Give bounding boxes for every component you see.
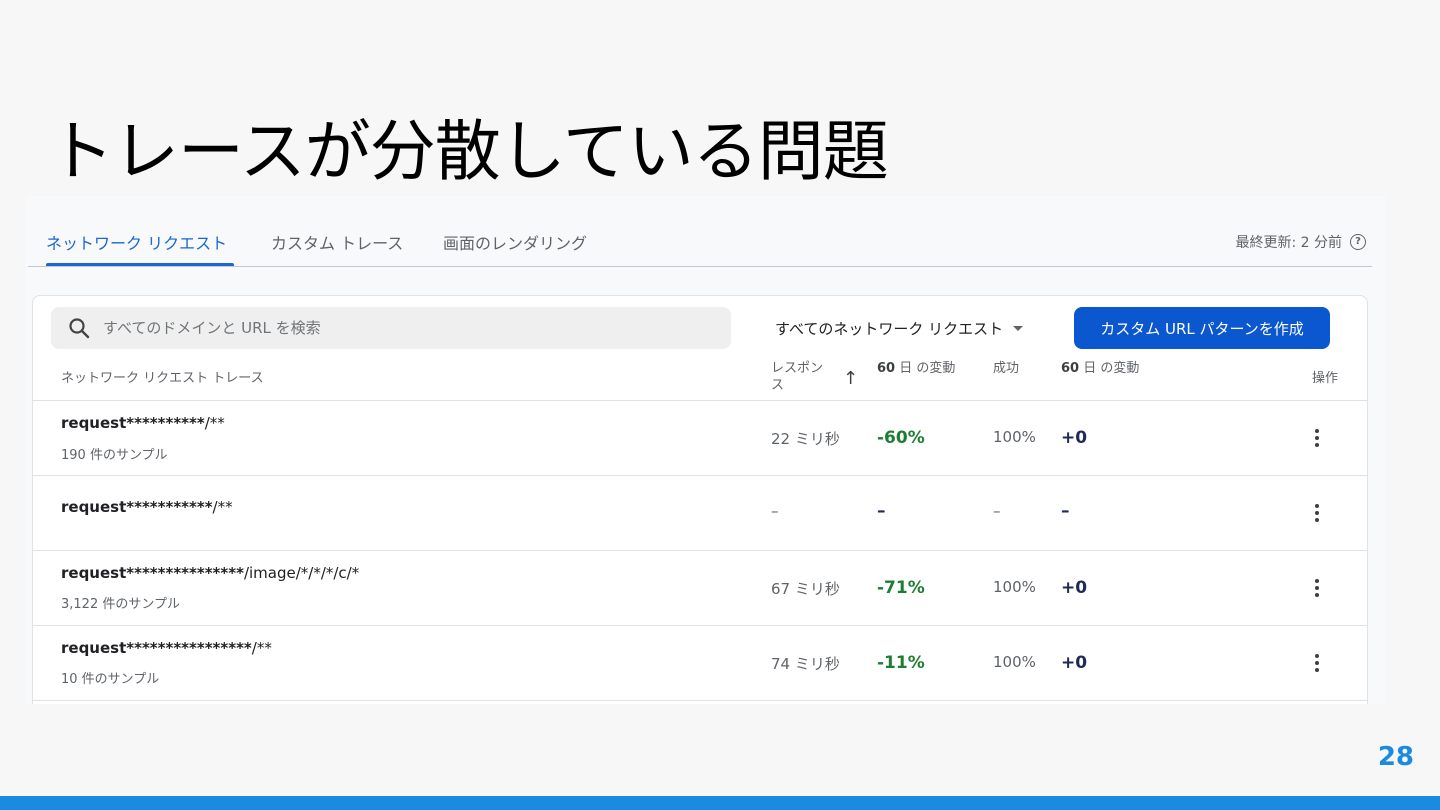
create-custom-url-pattern-button[interactable]: カスタム URL パターンを作成 [1074,307,1330,349]
header-actions: 操作 [1312,371,1339,386]
change-percent: – [877,501,886,521]
sample-count: 190 件のサンプル [61,448,168,463]
more-vert-icon[interactable] [1305,651,1329,675]
success-change: +0 [1061,578,1088,598]
sample-count: 10 件のサンプル [61,672,160,687]
success-change: – [1061,501,1070,521]
header-success: 成功 [993,361,1020,376]
last-updated: 最終更新: 2 分前 ? [1235,232,1366,252]
success-rate: – [993,502,1001,520]
tab-screen-rendering[interactable]: 画面のレンダリング [443,230,587,254]
request-name-prefix: request*********** [61,498,213,516]
sort-arrow-up-icon[interactable]: ↑ [843,368,858,389]
table-row[interactable]: request****************/** 10 件のサンプル 74 … [33,626,1367,701]
more-vert-icon[interactable] [1305,501,1329,525]
request-name: request***************/image/*/*/*/c/* [61,564,359,582]
success-change: +0 [1061,653,1088,673]
success-change: +0 [1061,428,1088,448]
page-number: 28 [1377,742,1414,772]
header-change-1-days: 60 [877,361,896,376]
request-name: request**********/** [61,414,225,432]
search-bar[interactable] [51,307,731,349]
request-name-prefix: request*************** [61,564,244,582]
header-response[interactable]: レスポンス [771,360,831,394]
table-row[interactable]: request**********/** 190 件のサンプル 22 ミリ秒 -… [33,401,1367,476]
request-name-suffix: /** [204,414,225,432]
header-change-1-text: 日 の変動 [895,361,956,376]
success-rate: 100% [993,653,1036,671]
last-updated-text: 最終更新: 2 分前 [1235,235,1342,251]
help-icon[interactable]: ? [1350,234,1366,250]
more-vert-icon[interactable] [1305,426,1329,450]
request-name-suffix: /** [212,498,233,516]
search-input[interactable] [101,318,705,338]
network-requests-card: すべてのネットワーク リクエスト カスタム URL パターンを作成 ネットワーク… [32,295,1368,704]
filter-selected-value: すべてのネットワーク リクエスト [775,320,1004,338]
response-time: 22 ミリ秒 [771,430,840,448]
table-header: ネットワーク リクエスト トレース レスポンス ↑ 60 日 の変動 成功 60… [33,356,1367,401]
table-row[interactable]: request***************/image/*/*/*/c/* 3… [33,551,1367,626]
request-name: request***********/** [61,498,233,516]
request-name-suffix: /** [251,639,272,657]
slide-title: トレースが分散している問題 [48,113,889,190]
tab-bar: ネットワーク リクエスト カスタム トレース 画面のレンダリング 最終更新: 2… [28,196,1372,267]
response-time: 67 ミリ秒 [771,580,840,598]
bottom-accent-bar [0,796,1440,810]
search-icon [69,318,90,339]
more-vert-icon[interactable] [1305,576,1329,600]
chevron-down-icon [1013,326,1024,331]
success-rate: 100% [993,578,1036,596]
active-tab-indicator [46,263,234,266]
header-change-1: 60 日 の変動 [877,360,957,377]
header-change-2-days: 60 [1061,361,1080,376]
change-percent: -71% [877,578,925,598]
response-time: – [771,502,779,520]
change-percent: -60% [877,428,925,448]
tab-custom-traces[interactable]: カスタム トレース [271,230,403,254]
header-name: ネットワーク リクエスト トレース [61,371,264,386]
performance-panel: ネットワーク リクエスト カスタム トレース 画面のレンダリング 最終更新: 2… [26,196,1386,704]
request-name: request****************/** [61,639,272,657]
table-row[interactable]: request***********/** – – – – [33,476,1367,551]
request-filter-dropdown[interactable]: すべてのネットワーク リクエスト [775,318,1024,339]
tab-network-requests[interactable]: ネットワーク リクエスト [46,230,227,254]
change-percent: -11% [877,653,925,673]
sample-count: 3,122 件のサンプル [61,597,180,612]
success-rate: 100% [993,428,1036,446]
request-name-suffix: /image/*/*/*/c/* [243,564,360,582]
request-name-prefix: request**************** [61,639,252,657]
request-name-prefix: request********** [61,414,205,432]
header-change-2: 60 日 の変動 [1061,360,1141,377]
response-time: 74 ミリ秒 [771,655,840,673]
header-change-2-text: 日 の変動 [1079,361,1140,376]
